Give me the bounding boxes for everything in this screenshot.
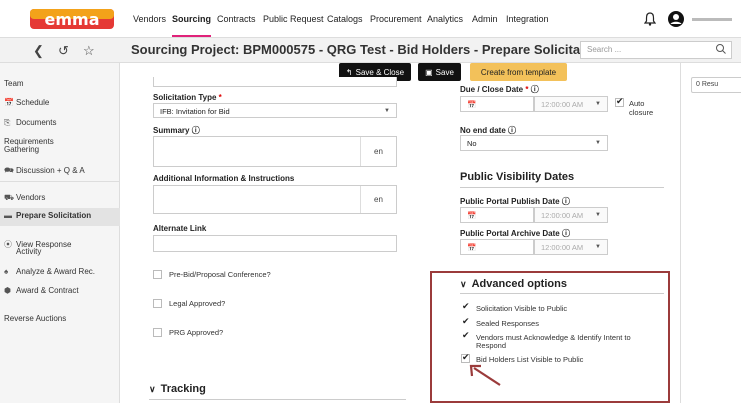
nav-admin[interactable]: Admin: [472, 14, 498, 24]
auto-closure-checkbox[interactable]: [615, 96, 624, 107]
prg-approved-checkbox[interactable]: [153, 328, 162, 337]
sidebar-item-documents[interactable]: ⎘ Documents: [0, 118, 120, 128]
alt-link-input[interactable]: [153, 235, 397, 252]
top-navigation: emma Vendors Sourcing Contracts Public R…: [0, 0, 741, 38]
info-icon: ⓘ: [530, 85, 539, 94]
sidebar-divider: [0, 181, 120, 182]
legal-approved-label: Legal Approved?: [169, 299, 226, 308]
history-icon[interactable]: ↺: [58, 43, 69, 59]
disk-icon: ▣: [425, 67, 433, 77]
info-icon: ⓘ: [561, 197, 570, 206]
language-button[interactable]: en: [360, 137, 396, 166]
tracking-section-title[interactable]: ∨ Tracking: [149, 383, 206, 395]
trophy-icon: ♠: [4, 267, 9, 276]
nav-analytics[interactable]: Analytics: [427, 14, 463, 24]
calendar-icon: 📅: [4, 98, 14, 107]
calendar-icon: 📅: [467, 100, 477, 109]
chevron-down-icon: ▼: [595, 244, 601, 250]
auto-closure-label-2: closure: [629, 108, 654, 117]
document-icon: ⎘: [4, 118, 11, 127]
back-chevron-icon[interactable]: ❮: [33, 43, 44, 59]
calendar-icon: 📅: [467, 243, 477, 252]
undo-icon: ↰: [345, 67, 353, 77]
tracking-divider: [149, 399, 406, 400]
user-avatar-icon[interactable]: [667, 10, 685, 28]
search-input[interactable]: Search ...: [580, 41, 732, 59]
legal-approved-checkbox[interactable]: [153, 299, 162, 308]
chat-icon: 🗪: [4, 166, 14, 175]
nav-procurement[interactable]: Procurement: [370, 14, 422, 24]
archive-date-input[interactable]: 📅: [460, 239, 534, 255]
info-icon: ⓘ: [508, 126, 517, 135]
page-title: Sourcing Project: BPM000575 - QRG Test -…: [131, 42, 604, 57]
sidebar-item-view-response-2[interactable]: Activity: [0, 247, 120, 256]
info-icon: ⓘ: [191, 126, 200, 135]
folder-icon: ▬: [4, 211, 12, 220]
user-name-placeholder[interactable]: [692, 18, 732, 21]
results-button[interactable]: 0 Resu: [691, 77, 741, 93]
addl-info-field[interactable]: en: [153, 185, 397, 214]
nav-catalogs[interactable]: Catalogs: [327, 14, 363, 24]
no-end-date-select[interactable]: No ▼: [460, 135, 608, 151]
addl-info-label: Additional Information & Instructions: [153, 174, 295, 183]
public-visibility-title: Public Visibility Dates: [460, 171, 575, 183]
language-button-2[interactable]: en: [360, 186, 396, 213]
archive-date-label: Public Portal Archive Date ⓘ: [460, 229, 570, 238]
right-panel: 0 Resu: [680, 63, 741, 403]
nav-integration[interactable]: Integration: [506, 14, 549, 24]
auto-closure-label: Auto: [629, 99, 645, 108]
sidebar-item-vendors[interactable]: ⛟ Vendors: [0, 193, 120, 203]
chevron-down-icon: ∨: [149, 384, 156, 394]
chevron-down-icon: ▼: [595, 140, 601, 146]
sidebar-item-schedule[interactable]: 📅 Schedule: [0, 98, 120, 107]
sidebar-item-discussion[interactable]: 🗪 Discussion + Q & A: [0, 165, 120, 179]
save-button[interactable]: ▣ Save: [418, 63, 461, 81]
public-visibility-divider: [460, 187, 664, 188]
alt-link-label: Alternate Link: [153, 224, 207, 233]
prebid-label: Pre-Bid/Proposal Conference?: [169, 270, 271, 279]
summary-label: Summary ⓘ: [153, 126, 200, 135]
logo-text: emma: [45, 10, 100, 29]
sidebar: Team 📅 Schedule ⎘ Documents Requirements G…: [0, 63, 120, 403]
sidebar-item-reverse-auctions[interactable]: Reverse Auctions: [0, 314, 120, 323]
prebid-checkbox[interactable]: [153, 270, 162, 279]
handshake-icon: ⬢: [4, 286, 11, 295]
emma-logo[interactable]: emma: [30, 7, 114, 31]
create-template-button[interactable]: Create from template: [470, 63, 567, 81]
sidebar-item-team[interactable]: Team: [0, 79, 120, 88]
calendar-icon: 📅: [467, 211, 477, 220]
chevron-down-icon: ▼: [384, 108, 390, 114]
nav-vendors[interactable]: Vendors: [133, 14, 166, 24]
sidebar-item-analyze[interactable]: ♠ Analyze & Award Rec.: [0, 267, 120, 276]
star-icon[interactable]: ☆: [83, 43, 95, 59]
publish-date-label: Public Portal Publish Date ⓘ: [460, 197, 570, 206]
summary-field[interactable]: en: [153, 136, 397, 167]
sidebar-item-award[interactable]: ⬢ Award & Contract: [0, 286, 120, 295]
nav-contracts[interactable]: Contracts: [217, 14, 256, 24]
due-date-input[interactable]: 📅: [460, 96, 534, 112]
chevron-down-icon: ▼: [595, 101, 601, 107]
archive-time-select[interactable]: 12:00:00 AM ▼: [534, 239, 608, 255]
info-icon: ⓘ: [561, 229, 570, 238]
publish-date-input[interactable]: 📅: [460, 207, 534, 223]
nav-public-request[interactable]: Public Request: [263, 14, 324, 24]
sidebar-item-prepare-solicitation[interactable]: ▬ Prepare Solicitation: [0, 208, 120, 226]
truck-icon: ⛟: [4, 193, 15, 202]
notification-bell-icon[interactable]: [644, 12, 656, 26]
due-close-label: Due / Close Date * ⓘ: [460, 85, 539, 94]
chevron-down-icon: ▼: [595, 212, 601, 218]
publish-time-select[interactable]: 12:00:00 AM ▼: [534, 207, 608, 223]
prg-approved-label: PRG Approved?: [169, 328, 224, 337]
search-icon[interactable]: [715, 43, 727, 55]
search-placeholder: Search ...: [587, 45, 622, 54]
nav-sourcing[interactable]: Sourcing: [172, 14, 212, 37]
solicitation-type-select[interactable]: IFB: Invitation for Bid ▼: [153, 103, 397, 118]
sidebar-item-requirements-2[interactable]: Gathering: [0, 145, 120, 154]
due-time-select[interactable]: 12:00:00 AM ▼: [534, 96, 608, 112]
previous-field[interactable]: [153, 77, 397, 87]
solicitation-type-label: Solicitation Type *: [153, 93, 222, 102]
advanced-options-highlight: [430, 271, 670, 403]
